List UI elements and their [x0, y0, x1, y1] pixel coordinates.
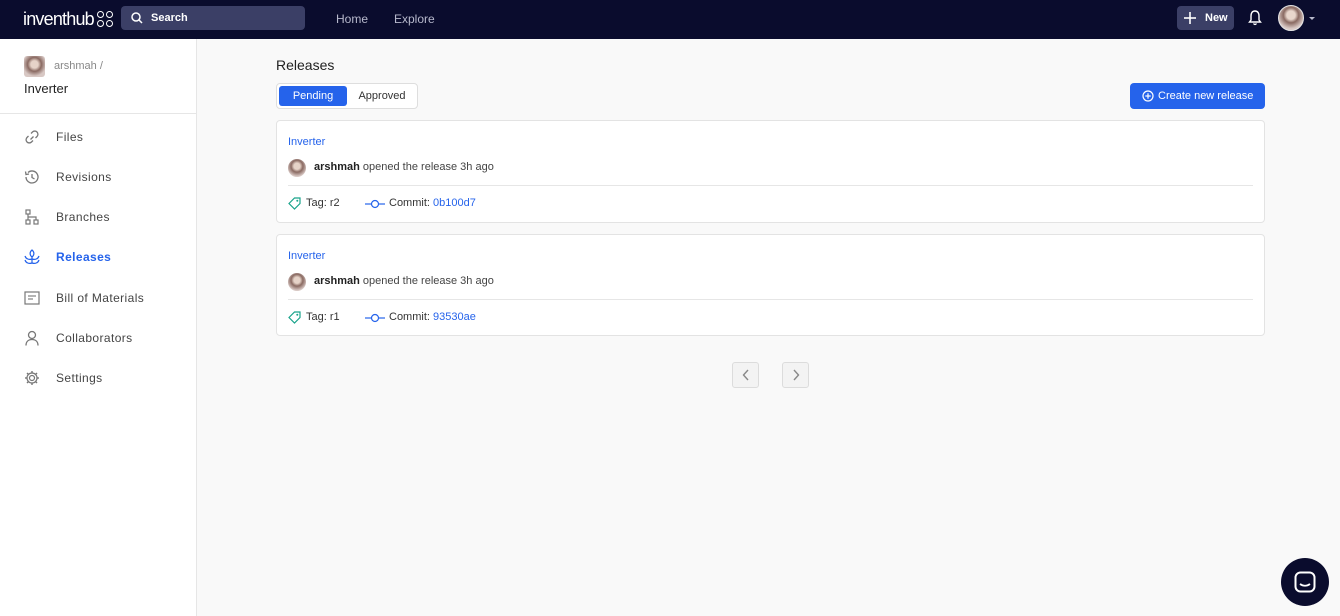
release-tag: Tag: r2: [306, 197, 340, 209]
sidebar-item-releases[interactable]: Releases: [0, 242, 196, 272]
nav-explore-link[interactable]: Explore: [394, 12, 435, 26]
sidebar-item-label: Collaborators: [56, 331, 133, 345]
release-title-link[interactable]: Inverter: [288, 250, 325, 262]
tag-label: Tag:: [306, 311, 327, 323]
top-nav-bar: inventhub Search Home Explore New: [0, 0, 1340, 39]
logo-mark-icon: [96, 11, 113, 27]
branch-icon: [25, 209, 39, 225]
tab-approved[interactable]: Approved: [349, 86, 415, 106]
search-label: Search: [151, 12, 188, 24]
sidebar-item-label: Revisions: [56, 170, 112, 184]
commit-icon: [365, 199, 385, 209]
sidebar-item-label: Branches: [56, 210, 110, 224]
chat-icon: [1294, 571, 1316, 593]
release-commit: Commit: 93530ae: [389, 311, 476, 323]
release-tag: Tag: r1: [306, 311, 340, 323]
sidebar-item-label: Releases: [56, 250, 112, 264]
chat-support-button[interactable]: [1281, 558, 1329, 606]
history-icon: [24, 170, 39, 184]
new-button[interactable]: New: [1177, 6, 1234, 30]
sidebar-item-label: Bill of Materials: [56, 291, 145, 305]
card-divider: [288, 185, 1253, 186]
inventhub-logo[interactable]: inventhub: [23, 9, 113, 29]
card-divider: [288, 299, 1253, 300]
tag-icon: [288, 311, 301, 324]
release-user-link[interactable]: arshmah: [314, 161, 360, 173]
chevron-right-icon: [792, 369, 799, 381]
chevron-left-icon: [742, 369, 749, 381]
release-commit: Commit: 0b100d7: [389, 197, 476, 209]
commit-hash-link[interactable]: 93530ae: [433, 311, 476, 323]
create-new-release-button[interactable]: Create new release: [1130, 83, 1265, 109]
chevron-down-icon[interactable]: [1309, 17, 1315, 20]
release-status-tabs: Pending Approved: [276, 83, 418, 109]
release-user-link[interactable]: arshmah: [314, 275, 360, 287]
tab-pending[interactable]: Pending: [279, 86, 347, 106]
new-button-label: New: [1205, 12, 1228, 24]
link-icon: [25, 130, 39, 144]
search-icon: [131, 12, 143, 24]
user-icon: [25, 330, 39, 346]
releases-icon: [24, 249, 40, 264]
sidebar: arshmah / Inverter Files Revisions Branc…: [0, 39, 197, 616]
nav-home-link[interactable]: Home: [336, 12, 368, 26]
sidebar-item-label: Settings: [56, 371, 103, 385]
sidebar-item-branches[interactable]: Branches: [0, 202, 196, 232]
release-meta: arshmah opened the release 3h ago: [314, 161, 494, 173]
commit-icon: [365, 313, 385, 323]
sidebar-item-revisions[interactable]: Revisions: [0, 162, 196, 192]
release-card: Inverter arshmah opened the release 3h a…: [276, 234, 1265, 336]
tag-label: Tag:: [306, 197, 327, 209]
sidebar-item-label: Files: [56, 130, 84, 144]
repo-name[interactable]: Inverter: [24, 81, 68, 96]
sidebar-item-collaborators[interactable]: Collaborators: [0, 323, 196, 353]
next-page-button[interactable]: [782, 362, 809, 388]
page-title: Releases: [276, 57, 335, 73]
commit-hash-link[interactable]: 0b100d7: [433, 197, 476, 209]
gear-icon: [25, 371, 39, 385]
user-avatar[interactable]: [1278, 5, 1304, 31]
notification-bell-icon[interactable]: [1248, 10, 1262, 26]
avatar: [288, 273, 306, 291]
tag-icon: [288, 197, 301, 210]
sidebar-item-settings[interactable]: Settings: [0, 363, 196, 393]
repo-header: arshmah / Inverter: [0, 39, 196, 114]
bom-icon: [24, 291, 40, 305]
release-action-text: opened the release 3h ago: [362, 275, 494, 287]
create-new-release-label: Create new release: [1158, 90, 1254, 102]
avatar: [288, 159, 306, 177]
commit-label: Commit:: [389, 311, 430, 323]
repo-owner-link[interactable]: arshmah /: [54, 60, 103, 72]
logo-text: inventhub: [23, 8, 95, 29]
plus-circle-icon: [1142, 90, 1154, 102]
plus-icon: [1184, 12, 1196, 24]
release-action-text: opened the release 3h ago: [362, 161, 494, 173]
tag-value: r2: [329, 197, 340, 209]
release-meta: arshmah opened the release 3h ago: [314, 275, 494, 287]
sidebar-item-files[interactable]: Files: [0, 122, 196, 152]
commit-label: Commit:: [389, 197, 430, 209]
previous-page-button[interactable]: [732, 362, 759, 388]
owner-avatar: [24, 56, 45, 77]
sidebar-item-bill-of-materials[interactable]: Bill of Materials: [0, 283, 196, 313]
release-card: Inverter arshmah opened the release 3h a…: [276, 120, 1265, 223]
search-input[interactable]: Search: [121, 6, 305, 30]
release-title-link[interactable]: Inverter: [288, 136, 325, 148]
tag-value: r1: [329, 311, 340, 323]
